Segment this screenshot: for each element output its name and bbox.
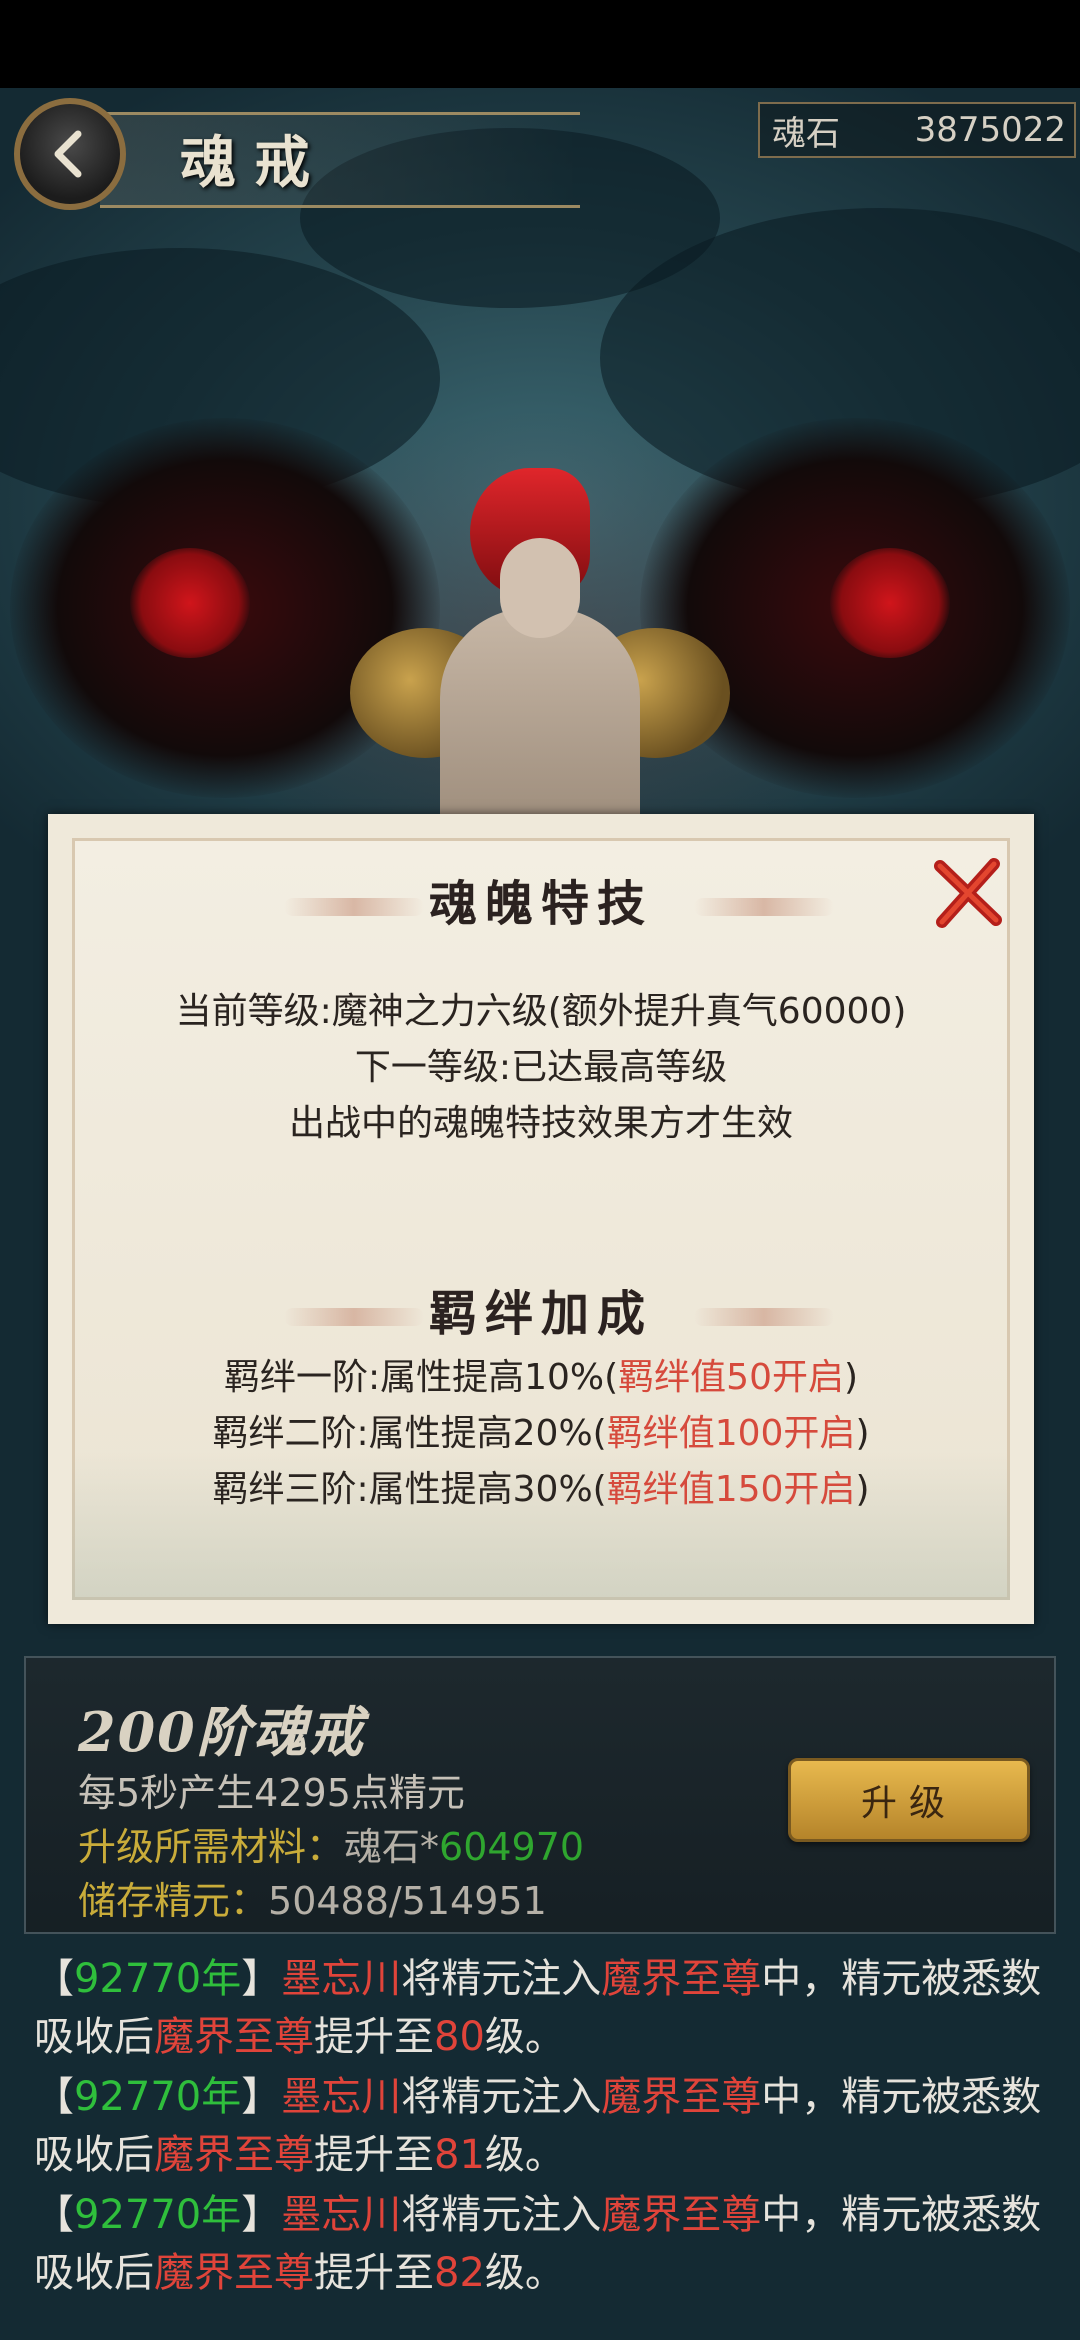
- log-player: 墨忘川: [281, 1956, 402, 2002]
- chevron-left-icon: [54, 130, 82, 178]
- log-close: 】: [241, 1956, 282, 2002]
- close-button[interactable]: [928, 854, 1008, 934]
- currency-display: 魂石 3875022: [758, 102, 1076, 158]
- material-amount: 604970: [439, 1825, 585, 1869]
- bond-unlock: 羁绊值100开启: [606, 1413, 856, 1454]
- bond-label: 羁绊三阶:属性提高30%(: [212, 1469, 607, 1510]
- log-t3: 提升至: [314, 2132, 434, 2178]
- log-year: 92770年: [74, 2074, 242, 2120]
- log-open: 【: [34, 2074, 74, 2120]
- storage-value: 50488/514951: [268, 1879, 547, 1923]
- log-open: 【: [34, 2192, 74, 2238]
- bond-label: 羁绊一阶:属性提高10%(: [223, 1357, 619, 1398]
- log-t1: 将精元注入: [401, 1956, 602, 2002]
- bond-title: 羁绊加成: [428, 1286, 653, 1342]
- bond-unlock: 羁绊值50开启: [618, 1357, 844, 1398]
- log-target: 魔界至尊: [601, 2192, 762, 2238]
- log-entry: 【92770年】墨忘川将精元注入魔界至尊中，精元被悉数吸收后魔界至尊提升至82级…: [34, 2186, 1054, 2302]
- current-level-value: 魔神之力六级(额外提升真气60000): [331, 991, 907, 1032]
- material-label: 升级所需材料：: [78, 1825, 345, 1869]
- log-t1: 将精元注入: [401, 2074, 602, 2120]
- close-icon: [934, 858, 1002, 928]
- event-log: 【92770年】墨忘川将精元注入魔界至尊中，精元被悉数吸收后魔界至尊提升至80级…: [34, 1950, 1054, 2304]
- log-player: 墨忘川: [281, 2192, 402, 2238]
- next-level: 下一等级:已达最高等级: [48, 1038, 1034, 1090]
- log-t4: 级。: [484, 2250, 565, 2296]
- log-target2: 魔界至尊: [154, 2132, 314, 2178]
- ring-info-panel: 200阶魂戒 每5秒产生4295点精元 升级所需材料：魂石*604970 储存精…: [24, 1656, 1056, 1934]
- log-target: 魔界至尊: [601, 2074, 762, 2120]
- current-level: 当前等级:魔神之力六级(额外提升真气60000): [48, 982, 1034, 1034]
- log-target: 魔界至尊: [601, 1956, 762, 2002]
- log-t4: 级。: [484, 2132, 565, 2178]
- skill-note: 出战中的魂魄特技效果方才生效: [288, 1103, 793, 1144]
- bond-label: 羁绊二阶:属性提高20%(: [212, 1413, 607, 1454]
- storage-label: 储存精元：: [78, 1879, 269, 1923]
- log-t3: 提升至: [314, 2014, 434, 2060]
- upgrade-material: 升级所需材料：魂石*604970: [78, 1816, 584, 1871]
- skill-popup: 魂魄特技 当前等级:魔神之力六级(额外提升真气60000) 下一等级:已达最高等…: [48, 814, 1034, 1624]
- next-level-value: 已达最高等级: [511, 1047, 728, 1088]
- log-t1: 将精元注入: [401, 2192, 602, 2238]
- next-level-label: 下一等级:: [354, 1047, 512, 1088]
- page-title: 魂戒: [180, 130, 328, 196]
- log-player: 墨忘川: [281, 2074, 402, 2120]
- log-level: 81: [434, 2132, 485, 2178]
- production-rate: 每5秒产生4295点精元: [78, 1771, 465, 1815]
- wing-glow: [830, 548, 950, 658]
- log-year: 92770年: [74, 1956, 242, 2002]
- log-t4: 级。: [484, 2014, 565, 2060]
- log-entry: 【92770年】墨忘川将精元注入魔界至尊中，精元被悉数吸收后魔界至尊提升至81级…: [34, 2068, 1054, 2184]
- bond-unlock: 羁绊值150开启: [606, 1469, 856, 1510]
- log-target2: 魔界至尊: [154, 2014, 314, 2060]
- bond-tier-1: 羁绊一阶:属性提高10%(羁绊值50开启): [48, 1348, 1034, 1400]
- bond-tier-2: 羁绊二阶:属性提高20%(羁绊值100开启): [48, 1404, 1034, 1456]
- log-level: 82: [434, 2250, 485, 2296]
- log-target2: 魔界至尊: [154, 2250, 314, 2296]
- hero-head: [500, 538, 580, 638]
- material-item: 魂石*: [344, 1825, 440, 1869]
- skill-title: 魂魄特技: [428, 876, 653, 932]
- bond-tier-3: 羁绊三阶:属性提高30%(羁绊值150开启): [48, 1460, 1034, 1512]
- currency-value: 3875022: [914, 110, 1066, 150]
- bond-close: ): [855, 1413, 870, 1454]
- back-button[interactable]: [14, 98, 126, 210]
- log-level: 80: [434, 2014, 485, 2060]
- title-banner: [100, 112, 580, 208]
- wing-glow: [130, 548, 250, 658]
- bond-close: ): [843, 1357, 859, 1398]
- log-close: 】: [241, 2192, 282, 2238]
- log-entry: 【92770年】墨忘川将精元注入魔界至尊中，精元被悉数吸收后魔界至尊提升至80级…: [34, 1950, 1054, 2066]
- current-level-label: 当前等级:: [175, 991, 332, 1032]
- log-close: 】: [241, 2074, 282, 2120]
- log-open: 【: [34, 1956, 74, 2002]
- stored-essence: 储存精元：50488/514951: [78, 1870, 547, 1925]
- bond-close: ): [855, 1469, 870, 1510]
- upgrade-button[interactable]: 升级: [788, 1758, 1030, 1842]
- currency-label: 魂石: [772, 113, 840, 154]
- tier-title: 200阶魂戒: [78, 1700, 365, 1764]
- log-t3: 提升至: [314, 2250, 434, 2296]
- log-year: 92770年: [74, 2192, 242, 2238]
